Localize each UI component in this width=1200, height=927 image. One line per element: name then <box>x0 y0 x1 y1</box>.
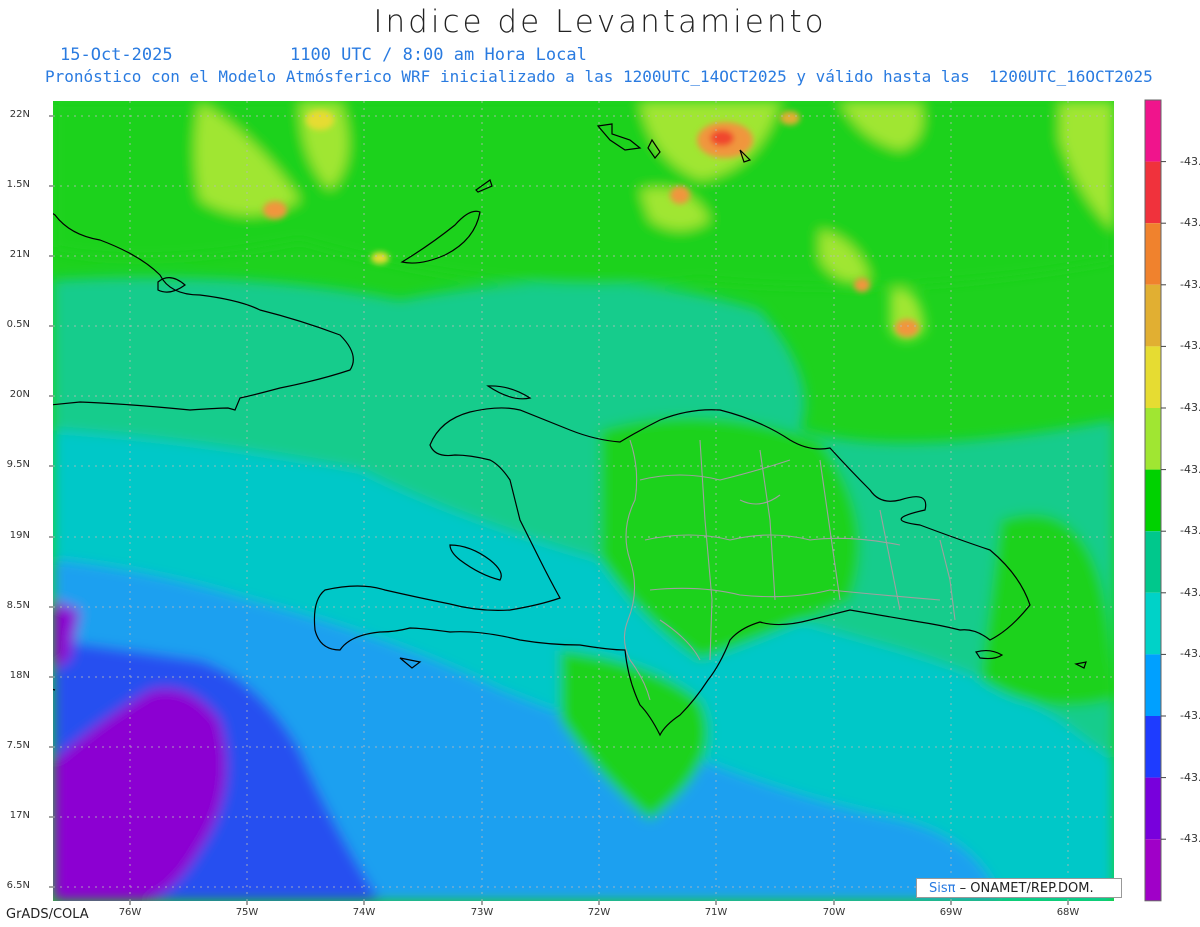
lat-label: 22N <box>9 109 30 120</box>
colorbar-swatch <box>1145 716 1161 778</box>
colorbar-label: -43.2 <box>1180 216 1200 229</box>
colorbar-label: -43.8 <box>1180 832 1200 845</box>
colorbar-label: -43.7 <box>1180 709 1200 722</box>
forecast-description: Pronóstico con el Modelo Atmósferico WRF… <box>45 67 1153 86</box>
lat-label: 17N <box>9 810 30 821</box>
colorbar-label: -43.6 <box>1180 647 1200 660</box>
lon-label: 71W <box>704 907 728 918</box>
lon-label: 75W <box>235 907 259 918</box>
lat-label: 1.5N <box>6 179 30 190</box>
lat-label: 18N <box>9 670 30 681</box>
forecast-time: 1100 UTC / 8:00 am Hora Local <box>290 45 587 65</box>
lifted-index-field <box>53 101 1114 901</box>
lat-label: 6.5N <box>6 880 30 891</box>
lon-label: 73W <box>470 907 494 918</box>
colorbar-swatch <box>1145 777 1161 840</box>
lon-label: 74W <box>352 907 376 918</box>
grads-footer: GrADS/COLA <box>6 907 89 922</box>
colorbar-swatch <box>1145 408 1161 470</box>
lat-label: 21N <box>9 249 30 260</box>
sisp-logo: Sisπ <box>929 881 956 896</box>
colorbar-label: -43.7 <box>1180 771 1200 784</box>
lat-label: 7.5N <box>6 740 30 751</box>
colorbar-swatch <box>1145 531 1161 593</box>
colorbar-swatch <box>1145 284 1161 347</box>
lon-label: 76W <box>118 907 142 918</box>
credit-text: – ONAMET/REP.DOM. <box>955 881 1094 896</box>
lat-label: 20N <box>9 389 30 400</box>
colorbar-swatch <box>1145 161 1161 224</box>
colorbar-label: -43.5 <box>1180 524 1200 537</box>
lat-label: 19N <box>9 530 30 541</box>
lon-label: 72W <box>587 907 611 918</box>
colorbar-swatch <box>1145 839 1161 901</box>
colorbar-label: -43.3 <box>1180 278 1200 291</box>
colorbar-label: -43.2 <box>1180 155 1200 168</box>
lat-label: 9.5N <box>6 459 30 470</box>
lat-label: 0.5N <box>6 319 30 330</box>
lon-label: 68W <box>1056 907 1080 918</box>
colorbar-swatch <box>1145 654 1161 716</box>
colorbar-label: -43.6 <box>1180 586 1200 599</box>
colorbar-label: -43.3 <box>1180 339 1200 352</box>
map-title: Indice de Levantamiento <box>373 4 827 40</box>
forecast-date: 15-Oct-2025 <box>60 45 173 65</box>
lon-label: 70W <box>822 907 846 918</box>
forecast-map <box>49 99 1166 905</box>
lon-label: 69W <box>939 907 963 918</box>
colorbar-swatch <box>1145 592 1161 655</box>
colorbar-swatch <box>1145 223 1161 285</box>
colorbar-swatch <box>1145 469 1161 532</box>
colorbar <box>1144 99 1166 902</box>
lat-label: 8.5N <box>6 600 30 611</box>
colorbar-swatch <box>1145 100 1161 162</box>
colorbar-label: -43.4 <box>1180 401 1200 414</box>
colorbar-swatch <box>1145 346 1161 408</box>
colorbar-label: -43.4 <box>1180 463 1200 476</box>
credit-box: Sisπ – ONAMET/REP.DOM. <box>916 878 1122 898</box>
